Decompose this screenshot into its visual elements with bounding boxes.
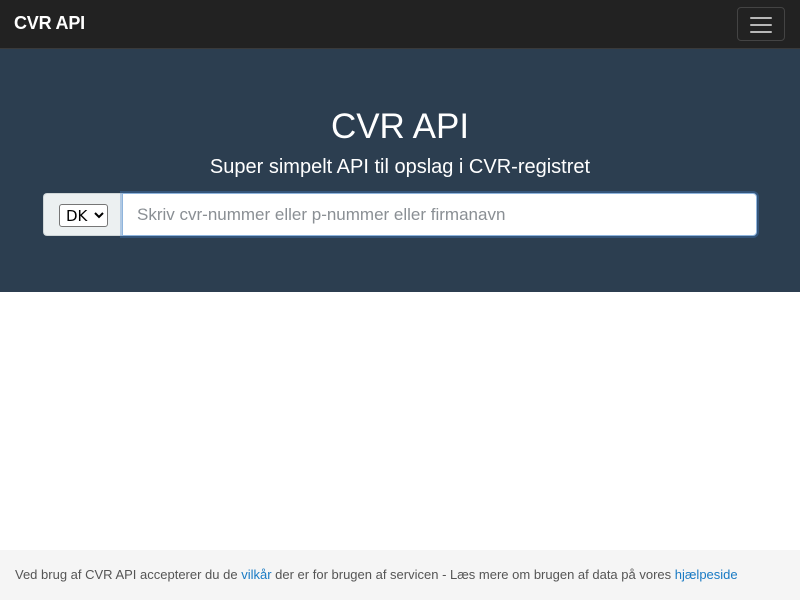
menu-toggle-button[interactable] [737,7,785,41]
footer-text-start: Ved brug af CVR API accepterer du de [15,567,242,582]
page-subtitle: Super simpelt API til opslag i CVR-regis… [209,156,591,178]
help-page-link[interactable]: hjælpeside [675,567,738,582]
country-select[interactable]: DK [59,204,108,227]
navbar-brand[interactable]: CVR API [14,13,85,34]
search-group: DK [43,193,757,236]
navbar: CVR API [0,0,800,49]
page-title: CVR API [330,107,470,146]
footer: Ved brug af CVR API accepterer du de vil… [0,550,800,600]
country-addon: DK [43,193,122,236]
hero-section: CVR API Super simpelt API til opslag i C… [0,49,800,292]
search-input[interactable] [122,193,757,236]
terms-link[interactable]: vilkår [241,567,271,582]
footer-text-middle: der er for brugen af servicen - Læs mere… [271,567,675,582]
